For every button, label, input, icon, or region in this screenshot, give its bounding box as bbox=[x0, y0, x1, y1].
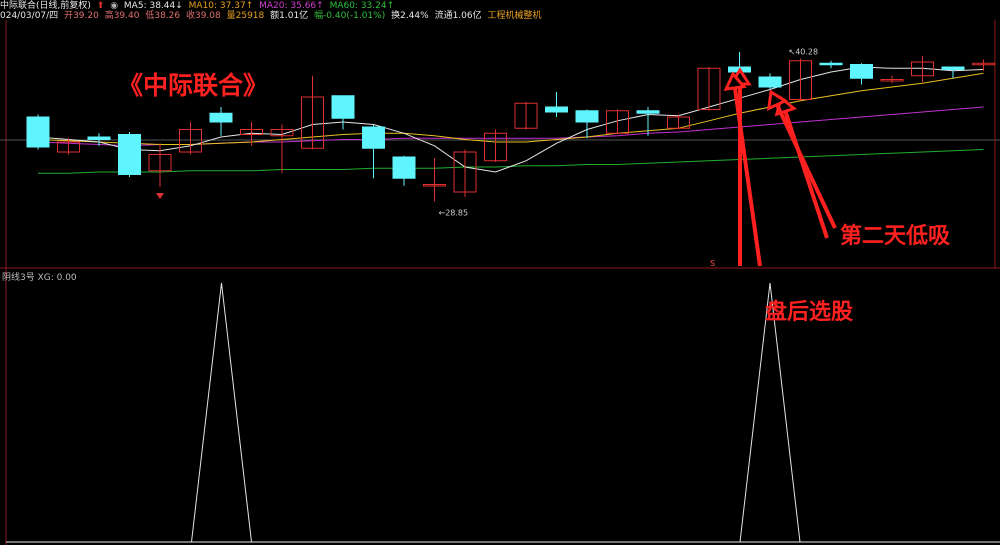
signal-marker: S bbox=[710, 259, 715, 268]
candle-body bbox=[209, 112, 233, 123]
stock-title-annotation: 《中际联合》 bbox=[118, 71, 269, 100]
candle-body bbox=[636, 110, 660, 114]
candle-body bbox=[819, 62, 843, 66]
signal-peak bbox=[191, 282, 252, 543]
candle-body bbox=[545, 106, 568, 113]
candle-body bbox=[362, 126, 385, 149]
low-buy-arrow bbox=[783, 110, 829, 239]
candle-body bbox=[850, 64, 873, 79]
candle-body bbox=[26, 116, 50, 148]
down-arrow-icon bbox=[156, 193, 164, 199]
candle-body bbox=[941, 66, 965, 70]
candle-body bbox=[118, 134, 141, 175]
indicator-label: 阴线3号 XG: 0.00 bbox=[2, 273, 77, 283]
candle-body bbox=[87, 136, 111, 140]
candle-body bbox=[392, 156, 416, 179]
high-price-label: ↖40.28 bbox=[789, 48, 819, 57]
candle-body bbox=[575, 110, 599, 123]
low-buy-annotation: 第二天低吸 bbox=[840, 224, 951, 249]
low-buy-arrow-2 bbox=[775, 103, 837, 229]
candle-body bbox=[758, 76, 782, 88]
after-close-annotation: 盘后选股 bbox=[765, 300, 854, 325]
ma60-line bbox=[38, 149, 984, 174]
low-price-label: ←28.85 bbox=[439, 208, 469, 217]
candle-body bbox=[331, 95, 355, 119]
